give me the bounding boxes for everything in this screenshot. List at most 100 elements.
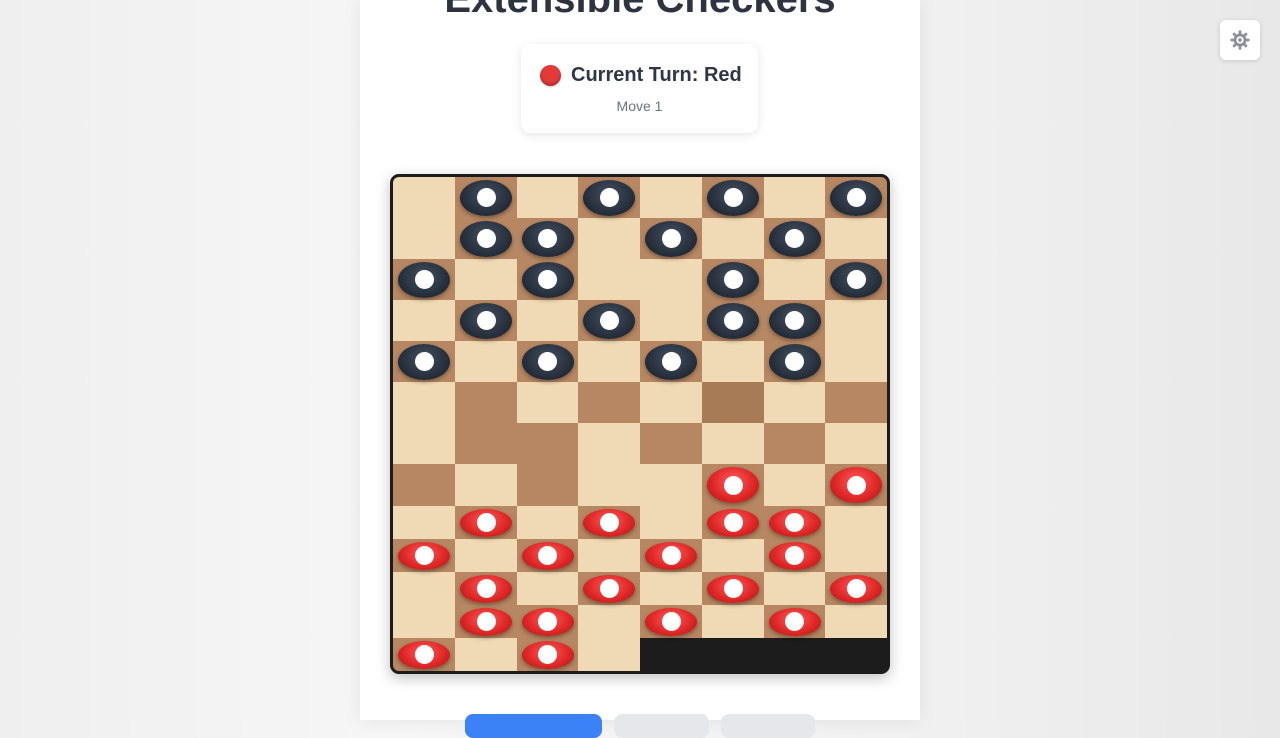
red-checker-piece[interactable]: [768, 508, 821, 537]
red-checker-piece[interactable]: [460, 607, 512, 636]
board-square[interactable]: [764, 177, 825, 218]
board-square[interactable]: [393, 605, 455, 638]
black-checker-piece[interactable]: [583, 302, 635, 339]
black-checker-piece[interactable]: [830, 261, 882, 298]
board-square[interactable]: [764, 464, 825, 506]
primary-action-button[interactable]: [465, 714, 602, 738]
board-square[interactable]: [455, 539, 517, 572]
board-square[interactable]: [517, 506, 578, 539]
board-square[interactable]: [393, 177, 455, 218]
board-square[interactable]: [517, 572, 578, 605]
board-square[interactable]: [640, 506, 702, 539]
board-square[interactable]: [455, 638, 517, 671]
black-checker-piece[interactable]: [583, 179, 635, 216]
board-square[interactable]: [455, 341, 517, 382]
board-square[interactable]: [578, 464, 640, 506]
board-square[interactable]: [578, 341, 640, 382]
board-square[interactable]: [640, 572, 702, 605]
board-square[interactable]: [825, 218, 887, 259]
red-checker-piece[interactable]: [830, 467, 882, 503]
black-checker-piece[interactable]: [768, 302, 821, 339]
black-checker-piece[interactable]: [521, 220, 574, 257]
black-checker-piece[interactable]: [398, 261, 450, 298]
board-square[interactable]: [455, 464, 517, 506]
board-square[interactable]: [702, 539, 764, 572]
settings-button[interactable]: [1220, 20, 1260, 60]
board-square[interactable]: [455, 382, 517, 423]
board-square[interactable]: [517, 177, 578, 218]
black-checker-piece[interactable]: [521, 261, 574, 298]
red-checker-piece[interactable]: [521, 607, 574, 636]
board-square[interactable]: [764, 382, 825, 423]
board-square[interactable]: [517, 300, 578, 341]
board-square[interactable]: [640, 259, 702, 300]
board-square[interactable]: [393, 300, 455, 341]
board-square[interactable]: [640, 300, 702, 341]
board-square[interactable]: [455, 423, 517, 464]
red-checker-piece[interactable]: [460, 574, 512, 603]
board-square[interactable]: [517, 464, 578, 506]
board-square[interactable]: [702, 341, 764, 382]
red-checker-piece[interactable]: [707, 467, 759, 503]
black-checker-piece[interactable]: [768, 343, 821, 380]
red-checker-piece[interactable]: [460, 508, 512, 537]
board-square[interactable]: [393, 382, 455, 423]
board-square[interactable]: [578, 605, 640, 638]
red-checker-piece[interactable]: [707, 574, 759, 603]
board-square[interactable]: [640, 423, 702, 464]
tertiary-action-button[interactable]: [721, 714, 815, 738]
board-square[interactable]: [393, 506, 455, 539]
board-square[interactable]: [702, 382, 764, 423]
board-square[interactable]: [393, 464, 455, 506]
red-checker-piece[interactable]: [645, 607, 697, 636]
board-square[interactable]: [517, 382, 578, 423]
board-square[interactable]: [764, 259, 825, 300]
board-square[interactable]: [702, 605, 764, 638]
board-square[interactable]: [455, 259, 517, 300]
board-square[interactable]: [517, 423, 578, 464]
board-square[interactable]: [702, 218, 764, 259]
board-square[interactable]: [393, 423, 455, 464]
black-checker-piece[interactable]: [460, 302, 512, 339]
secondary-action-button[interactable]: [614, 714, 709, 738]
board-square[interactable]: [764, 572, 825, 605]
black-checker-piece[interactable]: [645, 343, 697, 380]
black-checker-piece[interactable]: [768, 220, 821, 257]
board-square[interactable]: [825, 300, 887, 341]
board-square[interactable]: [640, 382, 702, 423]
board-square[interactable]: [640, 464, 702, 506]
board-square[interactable]: [393, 218, 455, 259]
black-checker-piece[interactable]: [460, 179, 512, 216]
red-checker-piece[interactable]: [645, 541, 697, 570]
red-checker-piece[interactable]: [768, 541, 821, 570]
board-square[interactable]: [825, 605, 887, 638]
board-square[interactable]: [825, 539, 887, 572]
board-square[interactable]: [825, 382, 887, 423]
red-checker-piece[interactable]: [583, 574, 635, 603]
black-checker-piece[interactable]: [645, 220, 697, 257]
board-square[interactable]: [393, 572, 455, 605]
board-square[interactable]: [825, 341, 887, 382]
red-checker-piece[interactable]: [583, 508, 635, 537]
board-square[interactable]: [578, 382, 640, 423]
red-checker-piece[interactable]: [398, 640, 450, 669]
black-checker-piece[interactable]: [707, 179, 759, 216]
black-checker-piece[interactable]: [460, 220, 512, 257]
board-square[interactable]: [640, 177, 702, 218]
black-checker-piece[interactable]: [398, 343, 450, 380]
board-square[interactable]: [825, 506, 887, 539]
red-checker-piece[interactable]: [768, 607, 821, 636]
black-checker-piece[interactable]: [830, 179, 882, 216]
board-square[interactable]: [578, 423, 640, 464]
black-checker-piece[interactable]: [521, 343, 574, 380]
board-square[interactable]: [578, 218, 640, 259]
board-square[interactable]: [764, 423, 825, 464]
board-square[interactable]: [578, 638, 640, 671]
board-square[interactable]: [702, 423, 764, 464]
red-checker-piece[interactable]: [830, 574, 882, 603]
black-checker-piece[interactable]: [707, 261, 759, 298]
red-checker-piece[interactable]: [707, 508, 759, 537]
board-square[interactable]: [578, 259, 640, 300]
red-checker-piece[interactable]: [398, 541, 450, 570]
checkers-board[interactable]: [390, 174, 890, 674]
